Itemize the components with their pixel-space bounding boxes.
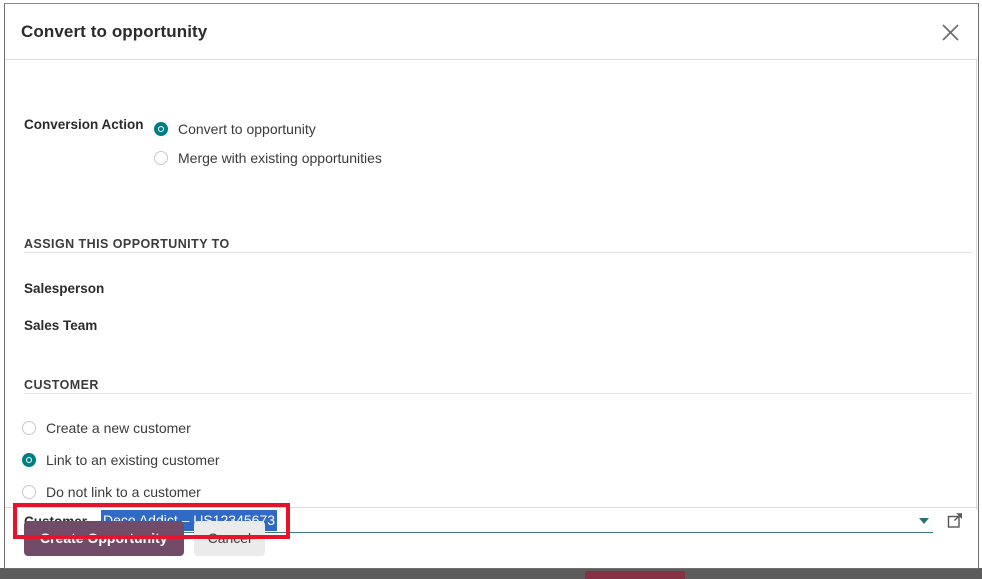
radio-label: Do not link to a customer: [46, 483, 201, 500]
conversion-action-label: Conversion Action: [24, 117, 144, 132]
radio-indicator: [22, 420, 36, 435]
section-divider-customer: [24, 393, 972, 394]
radio-label: Convert to opportunity: [178, 121, 316, 137]
radio-do-not-link-customer[interactable]: Do not link to a customer: [22, 476, 220, 507]
close-button[interactable]: [928, 10, 972, 54]
radio-indicator-selected: [154, 122, 168, 136]
background-page-strip: [0, 568, 982, 579]
radio-indicator: [22, 484, 36, 499]
create-opportunity-button[interactable]: Create Opportunity: [24, 520, 184, 556]
radio-indicator: [154, 151, 168, 165]
radio-merge-with-existing[interactable]: Merge with existing opportunities: [154, 144, 382, 172]
radio-label: Create a new customer: [46, 419, 191, 436]
background-page-element: [585, 571, 685, 579]
salesperson-label: Salesperson: [24, 281, 105, 296]
convert-to-opportunity-dialog: Convert to opportunity Conversion Action…: [4, 3, 979, 569]
radio-label: Merge with existing opportunities: [178, 150, 382, 166]
radio-label: Link to an existing customer: [46, 451, 220, 468]
cancel-button[interactable]: Cancel: [193, 520, 266, 556]
screen: Convert to opportunity Conversion Action…: [0, 0, 982, 579]
radio-indicator-selected: [22, 452, 36, 467]
dialog-header: Convert to opportunity: [5, 4, 978, 60]
radio-link-existing-customer[interactable]: Link to an existing customer: [22, 444, 220, 475]
sales-team-label: Sales Team: [24, 318, 98, 333]
dialog-footer: Create Opportunity Cancel: [5, 507, 978, 568]
section-title-customer: CUSTOMER: [24, 378, 107, 392]
close-icon: [941, 23, 960, 42]
section-divider-assign: [24, 252, 972, 253]
column-divider: [976, 60, 977, 510]
radio-create-new-customer[interactable]: Create a new customer: [22, 412, 220, 443]
radio-convert-to-opportunity[interactable]: Convert to opportunity: [154, 115, 382, 143]
customer-radio-group: Create a new customer Link to an existin…: [22, 412, 220, 507]
dialog-body: Conversion Action Convert to opportunity…: [5, 60, 978, 539]
section-title-assign: ASSIGN THIS OPPORTUNITY TO: [24, 237, 238, 251]
dialog-title: Convert to opportunity: [21, 21, 208, 41]
conversion-action-radio-group: Convert to opportunity Merge with existi…: [154, 115, 382, 172]
